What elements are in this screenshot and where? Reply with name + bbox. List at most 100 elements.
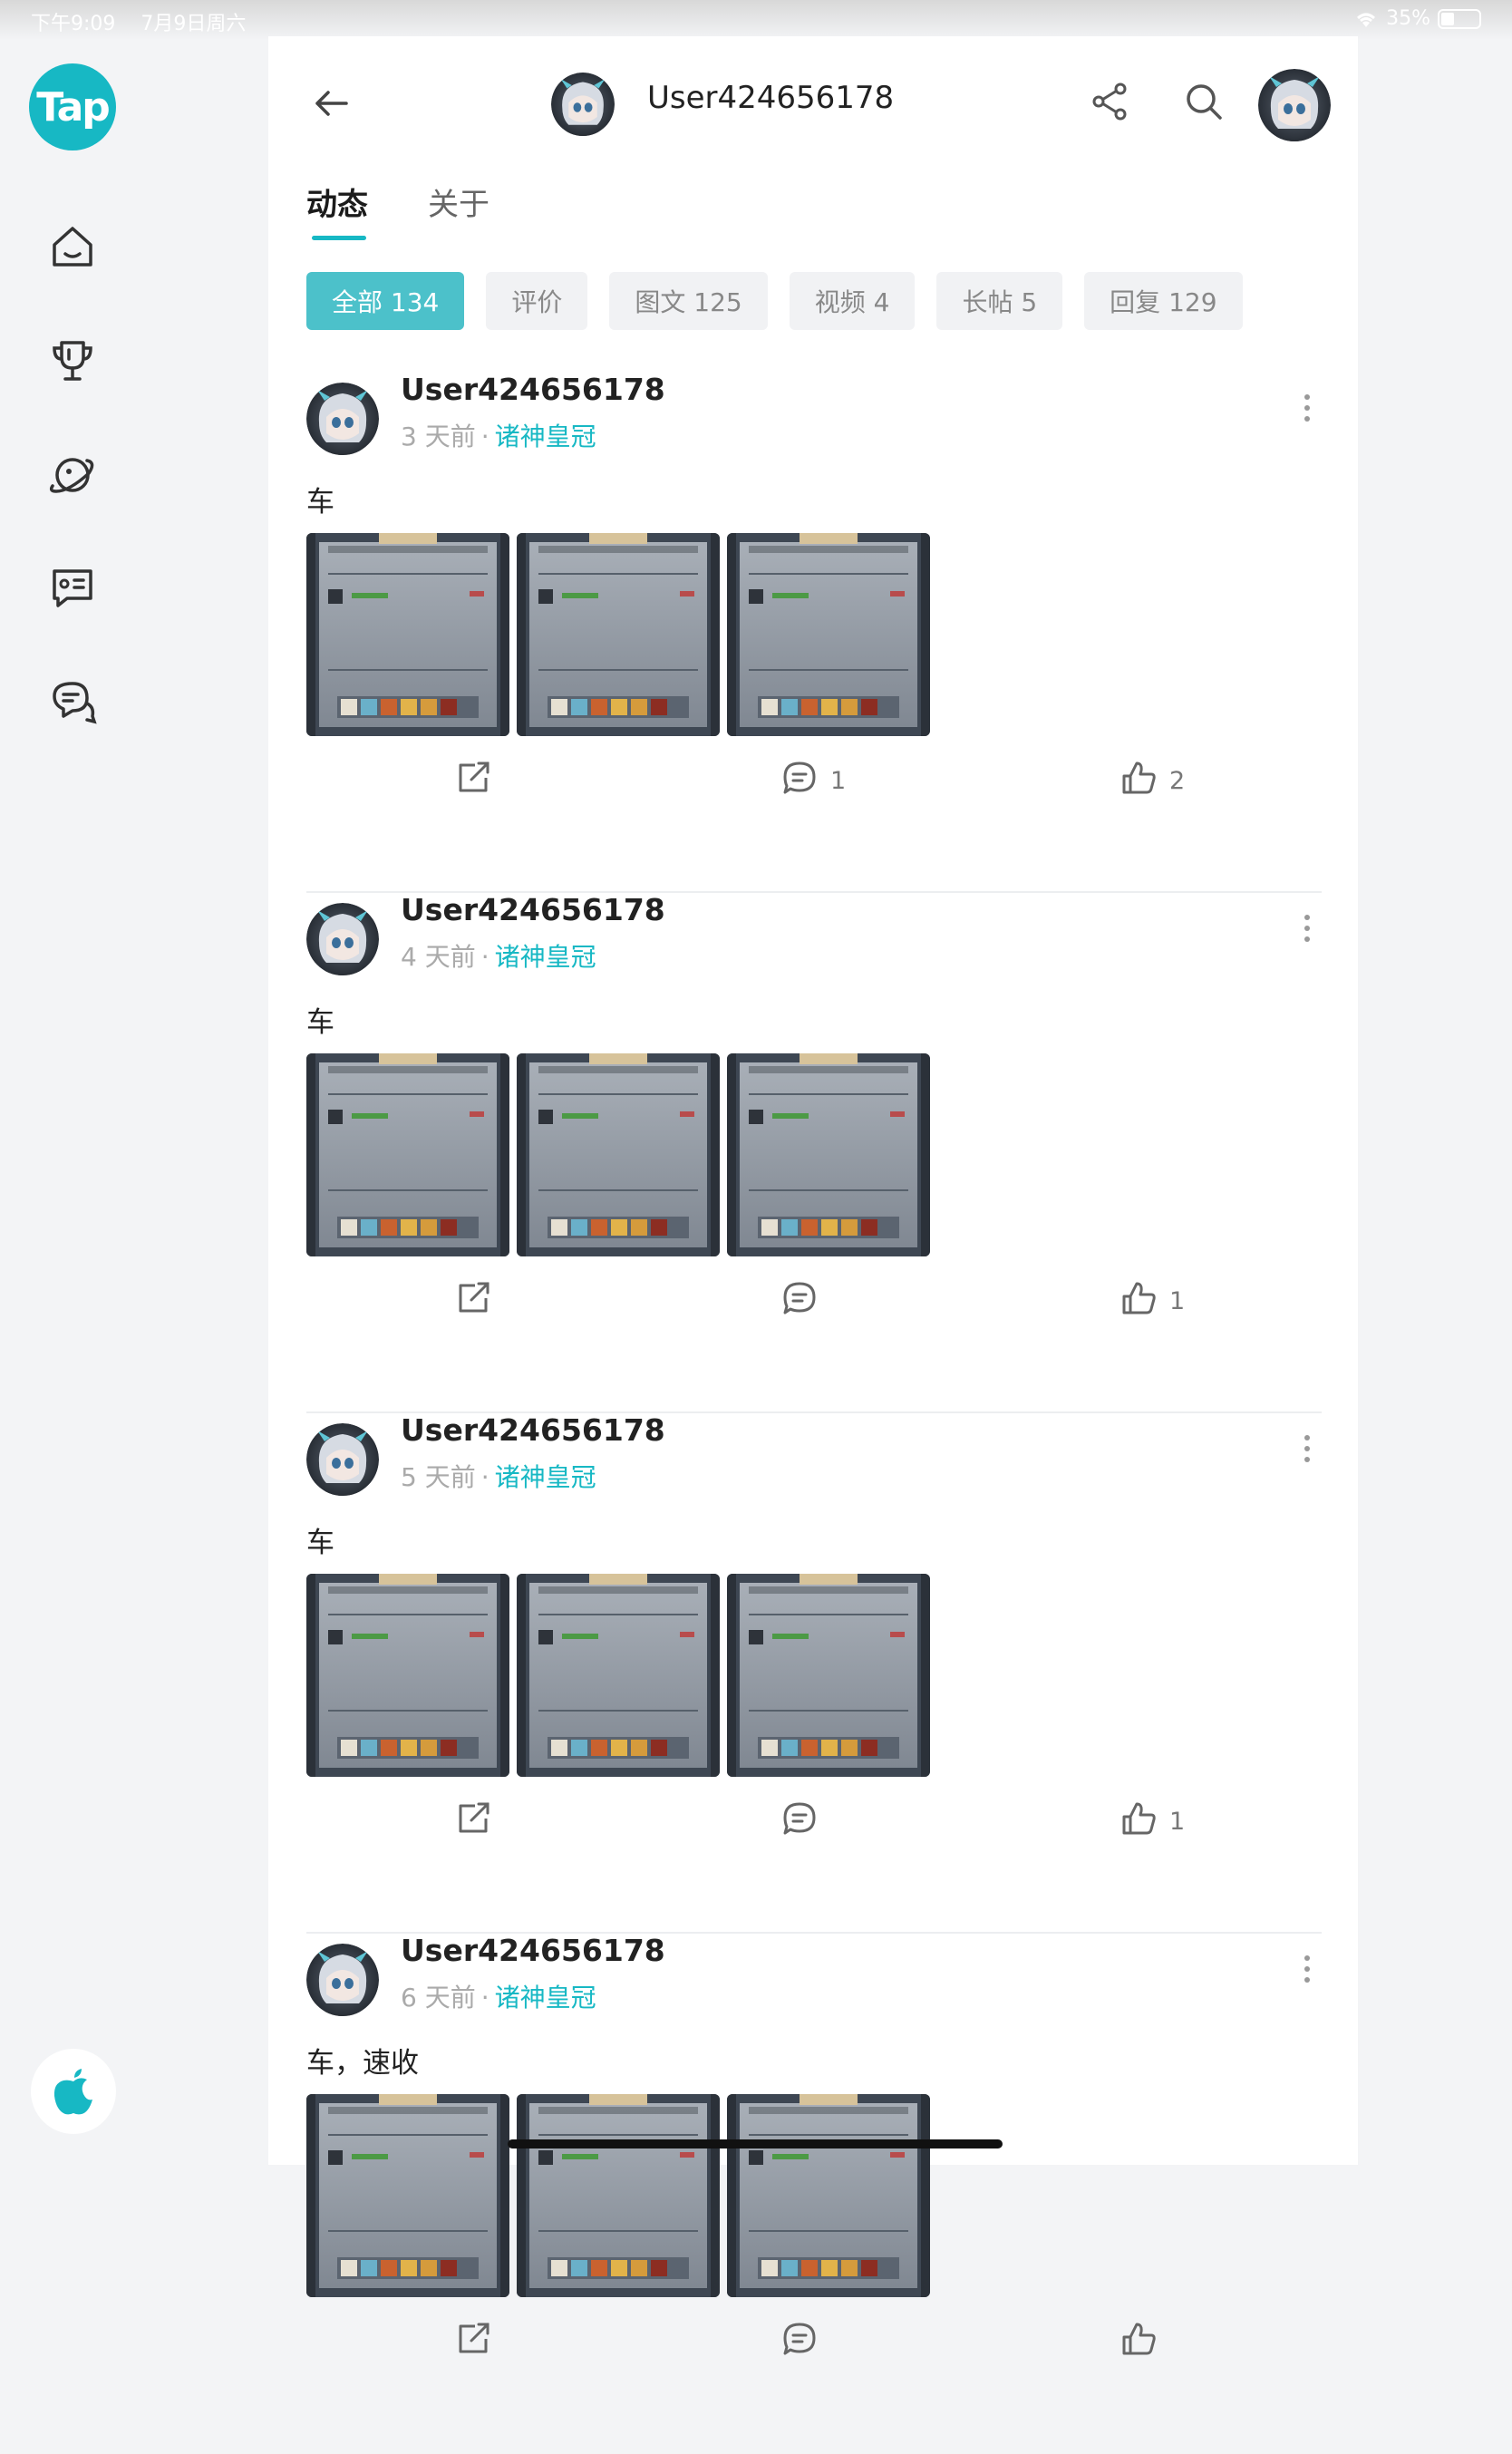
filter-chip[interactable]: 图文 125 [609, 272, 768, 330]
main-panel: User424656178 动态 关于 全部 134 评价 图文 125 视频 4 长帖 … [268, 36, 1358, 2355]
planet-icon[interactable] [47, 450, 98, 500]
like-button[interactable]: 1 [1119, 1278, 1185, 1324]
like-count: 1 [1169, 1808, 1186, 1836]
post-game-link[interactable]: 诸神皇冠 [495, 422, 596, 451]
more-options-icon[interactable] [1302, 910, 1313, 946]
filter-chips: 全部 134 评价 图文 125 视频 4 长帖 5 回复 129 [306, 272, 1243, 330]
post-text: 车 [306, 1527, 334, 1559]
post-time: 6 天前 [401, 1983, 476, 2013]
like-button[interactable]: 2 [1119, 758, 1185, 804]
post-image[interactable] [517, 2094, 720, 2297]
filter-chip[interactable]: 全部 134 [306, 272, 465, 330]
comment-icon [780, 758, 819, 804]
thumbs-up-icon [1119, 1278, 1158, 1324]
comment-icon [780, 1799, 819, 1845]
post-author-avatar[interactable] [306, 903, 379, 975]
comment-count: 1 [830, 767, 847, 795]
meta-separator: · [480, 422, 489, 451]
share-post-button[interactable] [453, 1278, 493, 1324]
battery-percent: 35% [1386, 7, 1430, 30]
like-button[interactable]: 1 [1119, 1799, 1185, 1845]
like-button[interactable] [1119, 2319, 1169, 2365]
post-time: 3 天前 [401, 422, 476, 451]
post-author-name[interactable]: User424656178 [401, 1412, 665, 1448]
thumbs-up-icon [1119, 2319, 1158, 2365]
post-game-link[interactable]: 诸神皇冠 [495, 1462, 596, 1492]
trophy-icon[interactable] [47, 335, 98, 386]
post-image[interactable] [727, 533, 930, 736]
tap-logo[interactable]: Tap [29, 63, 116, 150]
post-image[interactable] [727, 1574, 930, 1777]
post-card[interactable]: User424656178 6 天前 · 诸神皇冠 车，速收 [306, 1933, 1322, 2454]
post-author-name[interactable]: User424656178 [401, 892, 665, 927]
post-actions [306, 2319, 1322, 2373]
back-arrow-icon[interactable] [310, 82, 354, 125]
repost-icon [453, 758, 493, 804]
post-author-avatar[interactable] [306, 383, 379, 455]
meta-separator: · [480, 942, 489, 972]
post-image-grid [306, 2094, 930, 2297]
post-image[interactable] [727, 2094, 930, 2297]
like-count: 2 [1169, 767, 1186, 795]
post-card[interactable]: User424656178 3 天前 · 诸神皇冠车 1 2 [306, 372, 1322, 893]
wifi-icon [1357, 13, 1376, 27]
share-post-button[interactable] [453, 2319, 493, 2365]
repost-icon [453, 1799, 493, 1845]
post-image[interactable] [306, 1053, 509, 1256]
post-image[interactable] [727, 1053, 930, 1256]
filter-chip[interactable]: 视频 4 [789, 272, 916, 330]
header-avatar[interactable] [551, 73, 615, 136]
post-game-link[interactable]: 诸神皇冠 [495, 942, 596, 972]
apple-icon [53, 2069, 92, 2115]
comment-button[interactable] [780, 2319, 830, 2365]
post-image[interactable] [306, 1574, 509, 1777]
post-image[interactable] [517, 1053, 720, 1256]
message-card-icon[interactable] [47, 562, 98, 613]
post-image[interactable] [517, 1574, 720, 1777]
post-author-name[interactable]: User424656178 [401, 372, 665, 407]
status-right: 35% [1353, 7, 1481, 30]
post-image[interactable] [517, 533, 720, 736]
filter-chip[interactable]: 长帖 5 [936, 272, 1063, 330]
header-username: User424656178 [647, 80, 895, 116]
post-text: 车，速收 [306, 2047, 419, 2080]
chat-bubbles-icon[interactable] [47, 676, 98, 727]
meta-separator: · [480, 1462, 489, 1492]
post-text: 车 [306, 1006, 334, 1039]
post-actions: 1 [306, 1799, 1322, 1853]
my-avatar[interactable] [1258, 69, 1331, 141]
comment-button[interactable] [780, 1278, 830, 1324]
tab-1[interactable]: 关于 [428, 179, 489, 224]
more-options-icon[interactable] [1302, 390, 1313, 426]
repost-icon [453, 1278, 493, 1324]
post-author-avatar[interactable] [306, 1944, 379, 2016]
filter-chip[interactable]: 评价 [486, 272, 588, 330]
post-author-avatar[interactable] [306, 1423, 379, 1496]
post-meta: 4 天前 · 诸神皇冠 [401, 937, 596, 974]
more-options-icon[interactable] [1302, 1951, 1313, 1987]
profile-tabs: 动态 关于 [306, 179, 489, 240]
post-image[interactable] [306, 533, 509, 736]
more-options-icon[interactable] [1302, 1431, 1313, 1467]
share-post-button[interactable] [453, 758, 493, 804]
thumbs-up-icon [1119, 758, 1158, 804]
post-card[interactable]: User424656178 4 天前 · 诸神皇冠车 1 [306, 892, 1322, 1413]
post-image[interactable] [306, 2094, 509, 2297]
post-card[interactable]: User424656178 5 天前 · 诸神皇冠车 1 [306, 1412, 1322, 1934]
battery-fill [1441, 12, 1454, 25]
search-icon[interactable] [1182, 80, 1226, 123]
comment-button[interactable]: 1 [780, 758, 846, 804]
tab-0[interactable]: 动态 [306, 179, 368, 240]
home-indicator [508, 2139, 1003, 2148]
post-image-grid [306, 533, 930, 736]
post-game-link[interactable]: 诸神皇冠 [495, 1983, 596, 2013]
share-post-button[interactable] [453, 1799, 493, 1845]
post-author-name[interactable]: User424656178 [401, 1933, 665, 1968]
home-icon[interactable] [47, 221, 98, 272]
share-icon[interactable] [1088, 80, 1131, 123]
filter-chip[interactable]: 回复 129 [1084, 272, 1243, 330]
battery-icon [1438, 8, 1481, 29]
comment-icon [780, 1278, 819, 1324]
comment-button[interactable] [780, 1799, 830, 1845]
apple-button[interactable] [31, 2049, 116, 2134]
